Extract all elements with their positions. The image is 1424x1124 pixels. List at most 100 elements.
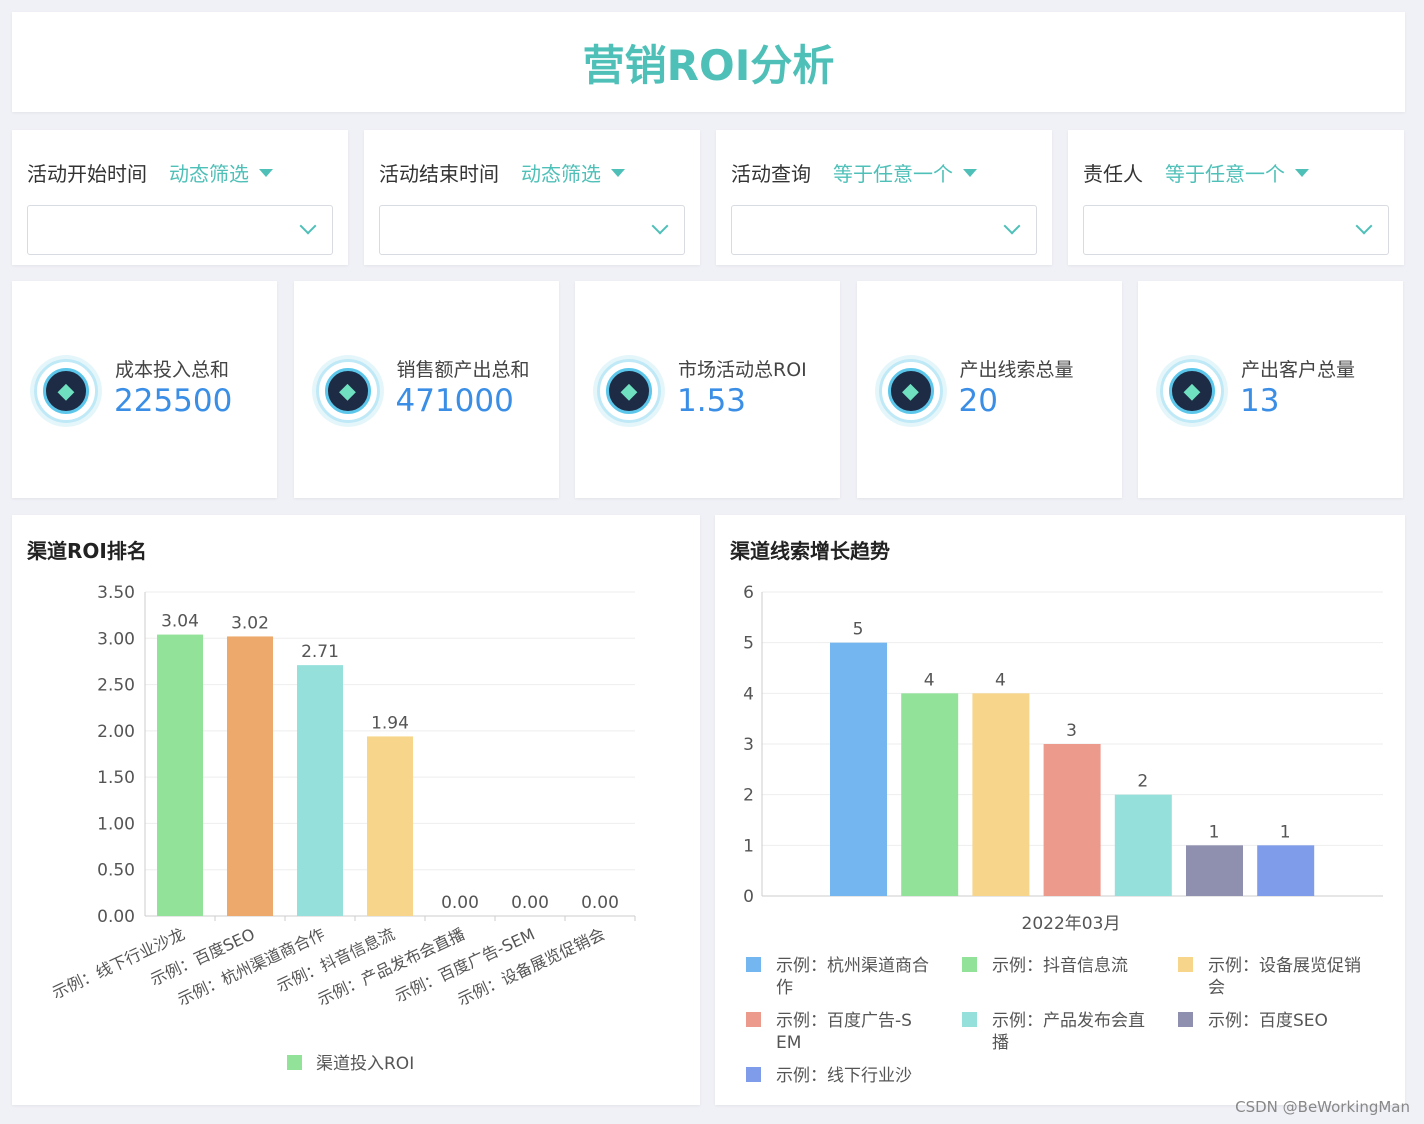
kpi-card: ◆ 销售额产出总和 471000 [293, 281, 559, 498]
bar [367, 736, 413, 916]
y-tick-label: 1.00 [97, 814, 135, 834]
legend-label-cont: EM [776, 1033, 801, 1053]
legend-label: 示例：设备展览促销 [1208, 956, 1361, 976]
kpi-value: 20 [958, 383, 998, 419]
legend-swatch [746, 1067, 761, 1082]
bar [157, 634, 203, 916]
channel-roi-chart: 渠道ROI排名 0.00 0.50 1.00 1.50 2.00 2.50 3.00 3.50… [12, 515, 700, 1105]
data-label: 2 [1137, 772, 1148, 792]
data-label: 1 [1280, 822, 1291, 842]
data-label: 0.00 [511, 893, 549, 913]
filter-mode-dropdown[interactable]: 等于任意一个 [833, 158, 977, 187]
legend-swatch [962, 957, 977, 972]
lead-trend-chart: 渠道线索增长趋势 0 1 2 3 4 5 6 5 示例：杭州渠道商合作 4 示例：抖音信息流 4 示例：… [715, 515, 1405, 1105]
bar [830, 642, 887, 896]
y-tick-label: 3.50 [97, 583, 135, 603]
legend-swatch [746, 957, 761, 972]
y-tick-label: 0.00 [97, 907, 135, 927]
y-tick-label: 3.00 [97, 629, 135, 649]
caret-down-icon [1295, 168, 1309, 177]
bar [297, 665, 343, 916]
filter-panel: 活动查询 等于任意一个 [716, 130, 1052, 265]
kpi-card: ◆ 市场活动总ROI 1.53 [575, 281, 840, 498]
y-tick-label: 2.50 [97, 676, 135, 696]
y-tick-label: 3 [743, 735, 754, 755]
data-label: 0.00 [581, 893, 619, 913]
y-tick-label: 2 [743, 786, 754, 806]
legend-label: 示例：杭州渠道商合 [776, 956, 929, 976]
caret-down-icon [611, 168, 625, 177]
filter-mode-dropdown[interactable]: 动态筛选 [521, 158, 625, 187]
legend-swatch [746, 1012, 761, 1027]
kpi-value: 1.53 [677, 383, 747, 419]
chart-title: 渠道ROI排名 [27, 539, 147, 563]
diamond-icon: ◆ [1160, 359, 1224, 423]
filter-label: 活动开始时间 [27, 162, 147, 186]
legend-label: 示例：百度广告-S [776, 1011, 912, 1031]
filter-mode: 等于任意一个 [1165, 162, 1285, 186]
diamond-icon: ◆ [315, 359, 380, 423]
kpi-label: 市场活动总ROI [678, 359, 807, 381]
legend-swatch [962, 1012, 977, 1027]
kpi-label: 成本投入总和 [115, 359, 230, 381]
diamond-icon: ◆ [34, 359, 98, 423]
diamond-icon: ◆ [878, 359, 943, 423]
y-tick-label: 1.50 [97, 768, 135, 788]
filter-mode: 动态筛选 [521, 162, 601, 186]
kpi-card: ◆ 成本投入总和 225500 [12, 281, 277, 498]
filter-mode-dropdown[interactable]: 动态筛选 [169, 158, 273, 187]
y-tick-label: 0 [743, 887, 754, 907]
chevron-down-icon [651, 217, 669, 235]
diamond-icon: ◆ [597, 359, 661, 423]
chart-title: 渠道线索增长趋势 [730, 539, 890, 563]
caret-down-icon [963, 168, 977, 177]
data-label: 1 [1209, 822, 1220, 842]
data-label: 4 [995, 670, 1006, 690]
filter-select[interactable] [1083, 205, 1389, 255]
kpi-card: ◆ 产出线索总量 20 [856, 281, 1122, 498]
chevron-down-icon [299, 217, 317, 235]
filter-panel: 活动结束时间 动态筛选 [364, 130, 700, 265]
filter-mode: 动态筛选 [169, 162, 249, 186]
data-label: 2.71 [301, 642, 339, 662]
y-tick-label: 1 [743, 836, 754, 856]
legend-label-cont: 会 [1208, 978, 1225, 998]
chevron-down-icon [1355, 217, 1373, 235]
filter-label: 责任人 [1083, 162, 1143, 186]
filter-select[interactable] [379, 205, 685, 255]
watermark: CSDN @BeWorkingMan [1235, 1098, 1410, 1116]
legend-label-cont: 作 [776, 978, 793, 998]
bar [1043, 744, 1101, 896]
filter-select[interactable] [27, 205, 333, 255]
filter-panel: 责任人 等于任意一个 [1068, 130, 1404, 265]
y-tick-label: 5 [743, 634, 754, 654]
x-axis-label: 2022年03月 [1022, 914, 1121, 934]
bar [1257, 845, 1315, 896]
filter-select[interactable] [731, 205, 1037, 255]
kpi-label: 产出线索总量 [959, 359, 1074, 381]
bar [1114, 794, 1172, 896]
bar [901, 693, 959, 896]
bar [1186, 845, 1243, 896]
legend-label: 示例：产品发布会直 [992, 1011, 1145, 1031]
bar [972, 693, 1030, 896]
data-label: 3.04 [161, 612, 199, 632]
filter-label: 活动结束时间 [379, 162, 499, 186]
data-label: 1.94 [371, 713, 409, 733]
legend-label: 示例：百度SEO [1208, 1011, 1328, 1031]
y-tick-label: 2.00 [97, 722, 135, 742]
data-label: 5 [853, 620, 864, 640]
page-title: 营销ROI分析 [12, 12, 1405, 112]
filter-mode: 等于任意一个 [833, 162, 953, 186]
legend-swatch [1178, 1012, 1193, 1027]
kpi-value: 13 [1240, 383, 1280, 419]
data-label: 3 [1066, 721, 1077, 741]
kpi-card: ◆ 产出客户总量 13 [1138, 281, 1403, 498]
kpi-value: 225500 [114, 383, 233, 419]
filter-mode-dropdown[interactable]: 等于任意一个 [1165, 158, 1309, 187]
legend-swatch [1178, 957, 1193, 972]
legend-swatch [287, 1055, 302, 1070]
y-tick-label: 0.50 [97, 861, 135, 881]
data-label: 0.00 [441, 893, 479, 913]
chevron-down-icon [1003, 217, 1021, 235]
